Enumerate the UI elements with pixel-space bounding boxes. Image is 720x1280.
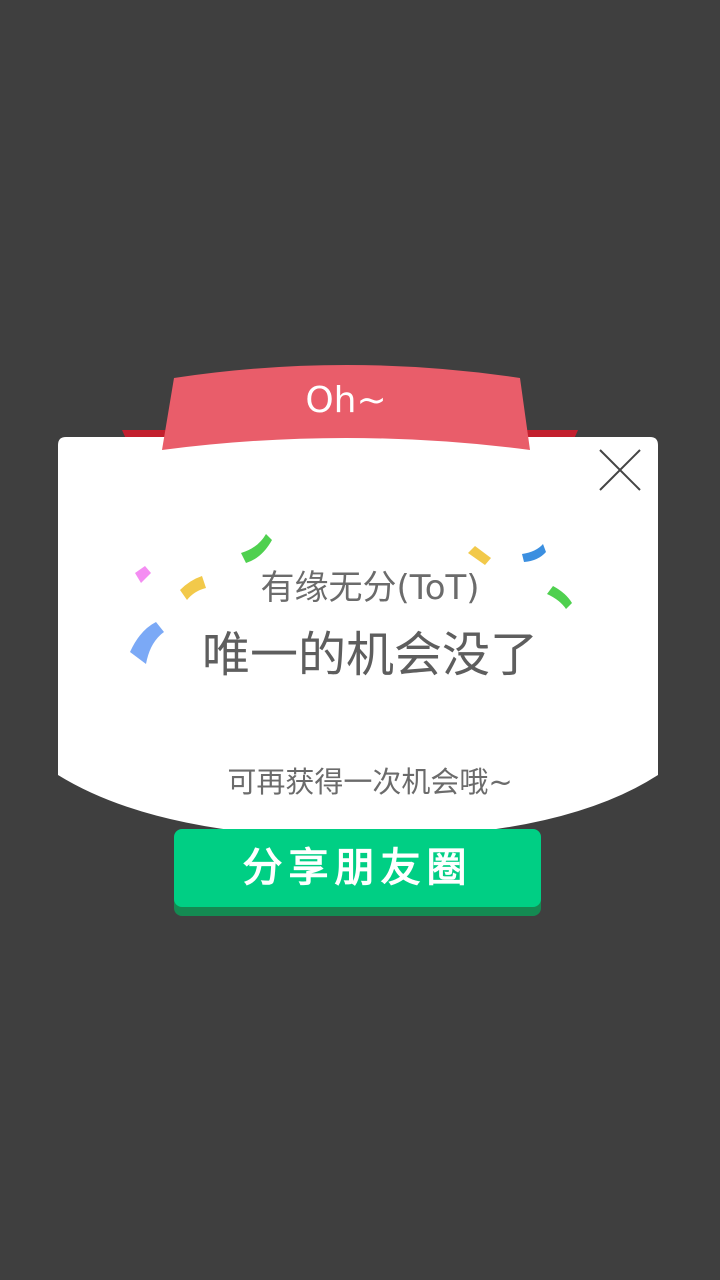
close-icon (599, 449, 641, 491)
screen: { "dialog": { "ribbon_label": "Oh~", "su… (0, 0, 720, 1280)
close-button[interactable] (592, 442, 648, 498)
dialog-hint: 可再获得一次机会哦~ (227, 765, 513, 799)
dialog-title: 唯一的机会没了 (201, 627, 538, 683)
dialog-subtitle: 有缘无分(ToT) (260, 568, 480, 608)
share-moments-button[interactable]: 分享朋友圈 (174, 829, 541, 907)
ribbon-label: Oh~ (305, 380, 387, 421)
